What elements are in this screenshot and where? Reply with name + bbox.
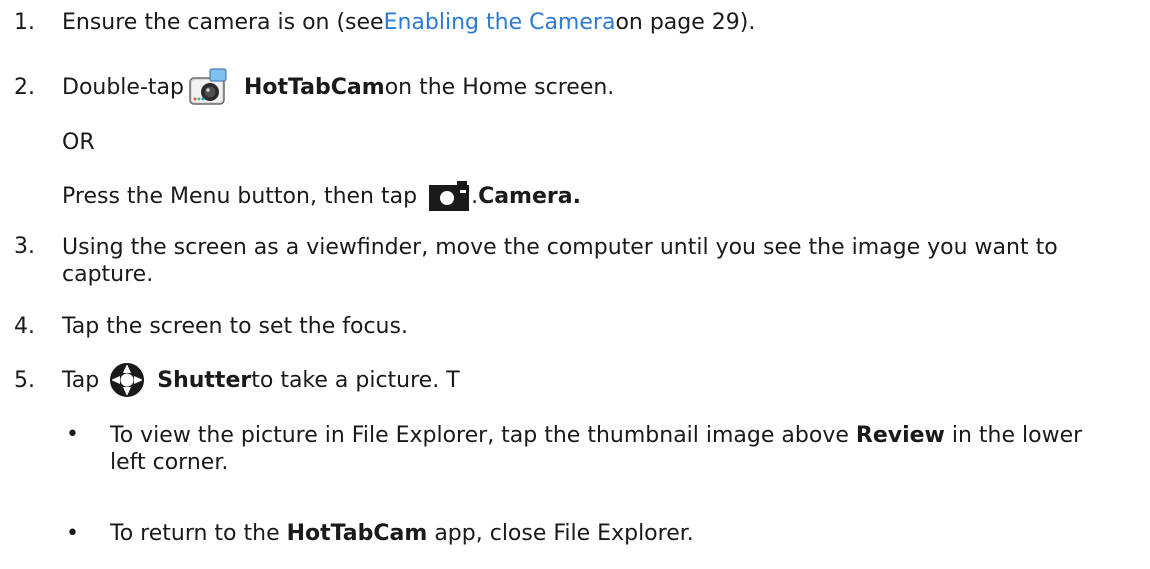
camera-label: Camera. (478, 183, 581, 209)
step-number: 4. (14, 313, 35, 339)
shutter-label: Shutter (157, 367, 252, 393)
hottabcam-app-label: HotTabCam (286, 520, 428, 546)
shutter-icon (110, 363, 145, 397)
camera-icon (429, 181, 470, 211)
step-text: Tap Shutter to take a picture. T (62, 362, 460, 398)
step-number: 3. (14, 234, 35, 259)
step-text: Tap the screen to set the focus. (62, 313, 408, 339)
step-number: 2. (14, 74, 35, 100)
step-text: Using the screen as a viewfinder, move t… (62, 235, 1058, 287)
step-number: 5. (14, 367, 35, 393)
step-text: Press the Menu button, then tap . Camera… (62, 181, 581, 211)
hottabcam-label: HotTabCam (243, 74, 385, 100)
bullet-marker: • (66, 520, 79, 546)
step-text: Double-tap HotTabCam on the Home screen. (62, 66, 614, 108)
or-text: OR (62, 129, 95, 155)
bullet-text: To return to the HotTabCam app, close Fi… (110, 520, 694, 546)
step-text: Ensure the camera is on (see Enabling th… (62, 9, 756, 35)
hottabcam-icon (189, 68, 227, 105)
review-label: Review (855, 423, 945, 448)
step-number: 1. (14, 9, 35, 35)
bullet-marker: • (66, 422, 79, 447)
bullet-text: To view the picture in File Explorer, ta… (110, 423, 1083, 475)
enabling-camera-link[interactable]: Enabling the Camera (384, 10, 616, 35)
